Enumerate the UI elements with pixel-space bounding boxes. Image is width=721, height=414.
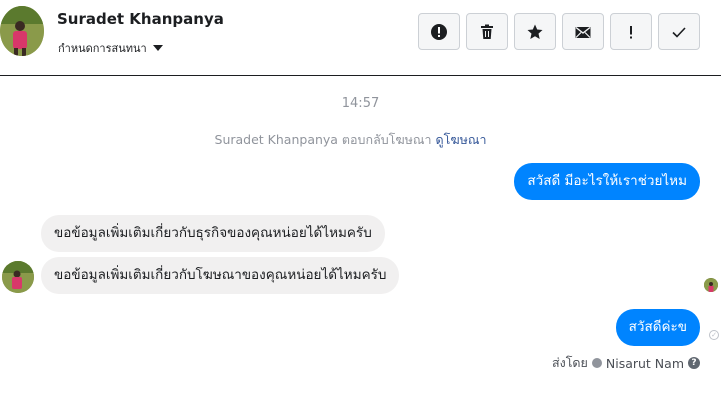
- ad-reply-notice: Suradet Khanpanya ตอบกลับโฆษณา ดูโฆษณา: [0, 130, 701, 150]
- envelope-icon: [575, 26, 591, 38]
- message-bubble-incoming[interactable]: ขอข้อมูลเพิ่มเติมเกี่ยวกับโฆษณาของคุณหน่…: [41, 257, 400, 294]
- trash-icon: [481, 24, 493, 39]
- view-ad-link[interactable]: ดูโฆษณา: [436, 132, 487, 147]
- contact-avatar[interactable]: [0, 6, 44, 56]
- conversation-settings-label: กำหนดการสนทนา: [58, 42, 147, 55]
- message-bubble-outgoing[interactable]: สวัสดี มีอะไรให้เราช่วยไหม: [514, 163, 700, 200]
- sent-by-info: ส่งโดย Nisarut Nam ?: [552, 353, 700, 373]
- conversation-header: Suradet Khanpanya กำหนดการสนทนา: [0, 0, 721, 76]
- gear-icon: [591, 358, 602, 368]
- delete-button[interactable]: [466, 13, 508, 50]
- contact-name[interactable]: Suradet Khanpanya: [57, 10, 224, 28]
- star-button[interactable]: [514, 13, 556, 50]
- star-icon: [527, 24, 543, 39]
- mark-done-button[interactable]: [658, 13, 700, 50]
- conversation-settings-dropdown[interactable]: กำหนดการสนทนา: [58, 39, 163, 57]
- sent-by-label: ส่งโดย: [551, 355, 588, 370]
- seen-indicator-avatar: [704, 278, 718, 292]
- sent-check-icon: ✓: [709, 330, 719, 340]
- caret-down-icon: [152, 45, 163, 51]
- ad-reply-text: Suradet Khanpanya ตอบกลับโฆษณา: [214, 132, 432, 147]
- spam-button[interactable]: [418, 13, 460, 50]
- message-timestamp: 14:57: [341, 96, 380, 111]
- conversation-toolbar: [418, 13, 700, 50]
- checkmark-icon: [672, 26, 686, 38]
- sender-avatar[interactable]: [2, 261, 34, 293]
- message-bubble-outgoing[interactable]: สวัสดีค่ะข: [615, 309, 700, 346]
- follow-up-button[interactable]: [610, 13, 652, 50]
- help-icon[interactable]: ?: [688, 357, 700, 369]
- mark-unread-button[interactable]: [562, 13, 604, 50]
- sent-by-name: Nisarut Nam: [605, 355, 684, 371]
- message-bubble-incoming[interactable]: ขอข้อมูลเพิ่มเติมเกี่ยวกับธุรกิจของคุณหน…: [41, 215, 385, 252]
- messenger-conversation: Suradet Khanpanya กำหนดการสนทนา 14:57 Su…: [0, 0, 721, 414]
- alert-circle-icon: [431, 23, 447, 40]
- exclamation-icon: [630, 25, 632, 38]
